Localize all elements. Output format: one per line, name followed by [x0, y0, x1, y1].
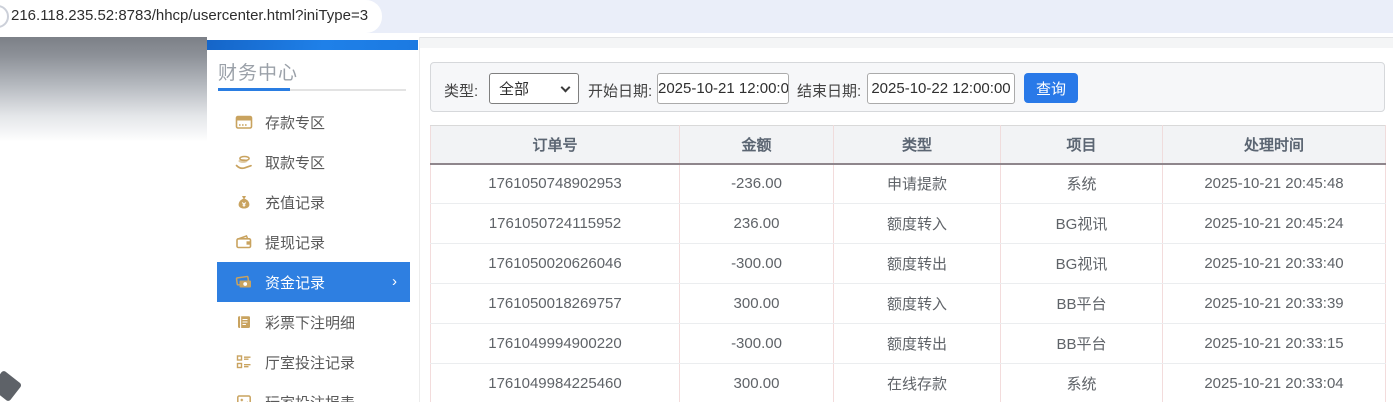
table-row: 1761049984225460 300.00 在线存款 系统 2025-10-21 2…	[430, 363, 1386, 402]
background-banner	[0, 37, 207, 402]
table-cell: 额度转出	[833, 323, 1001, 364]
sidebar-item-label: 资金记录	[265, 274, 326, 292]
sidebar-item-5[interactable]: 资金记录 ›	[217, 262, 410, 302]
table-cell: -300.00	[679, 323, 834, 364]
background-shape	[0, 369, 23, 402]
end-date-input[interactable]	[867, 73, 1015, 104]
table-cell: 额度转入	[833, 203, 1001, 244]
site-info-icon[interactable]	[0, 5, 9, 28]
table-cell: 2025-10-21 20:33:39	[1162, 283, 1386, 324]
table-cell: 2025-10-21 20:45:24	[1162, 203, 1386, 244]
table-cell: 系统	[1000, 163, 1163, 204]
table-cell: 236.00	[679, 203, 834, 244]
type-select-value: 全部	[499, 81, 530, 98]
start-date-input[interactable]	[657, 73, 789, 104]
sidebar-item-3[interactable]: 充值记录	[217, 182, 410, 222]
table-cell: 2025-10-21 20:33:15	[1162, 323, 1386, 364]
table-row: 1761050018269757 300.00 额度转入 BB平台 2025-10-21…	[430, 283, 1386, 324]
sidebar-item-6[interactable]: 彩票下注明细	[217, 302, 410, 342]
table-cell: 300.00	[679, 363, 834, 402]
end-date-label: 结束日期:	[797, 83, 862, 100]
sidebar-item-label: 存款专区	[265, 114, 326, 132]
sidebar-item-label: 提现记录	[265, 234, 326, 252]
sidebar-title: 财务中心	[218, 63, 299, 84]
sidebar-item-1[interactable]: 存款专区	[217, 102, 410, 142]
type-select[interactable]: 全部	[489, 73, 579, 104]
moneybag-icon	[238, 196, 250, 209]
chevron-down-icon	[560, 82, 571, 93]
sidebar-accent-bar	[207, 40, 418, 50]
banknotes-icon	[235, 275, 251, 288]
address-bar[interactable]: 216.118.235.52:8783/hhcp/usercenter.html…	[0, 0, 382, 33]
page-top-strip	[418, 37, 1393, 48]
title-underline	[218, 88, 406, 91]
sidebar-item-2[interactable]: 取款专区	[217, 142, 410, 182]
table-row: 1761050724115952 236.00 额度转入 BG视讯 2025-10-21…	[430, 203, 1386, 244]
sidebar-item-8[interactable]: 玩家投注报表	[217, 382, 410, 402]
start-date-label: 开始日期:	[588, 83, 653, 100]
table-cell: 1761050020626046	[430, 243, 680, 284]
table-cell: 在线存款	[833, 363, 1001, 402]
table-row: 1761050748902953 -236.00 申请提款 系统 2025-10-21 …	[430, 163, 1386, 204]
ledger-icon	[238, 316, 250, 328]
table-row: 1761049994900220 -300.00 额度转出 BB平台 2025-10-2…	[430, 323, 1386, 364]
column-header: 处理时间	[1162, 125, 1386, 165]
table-cell: 系统	[1000, 363, 1163, 402]
search-button[interactable]: 查询	[1024, 73, 1078, 103]
column-header: 项目	[1000, 125, 1163, 165]
table-cell: BG视讯	[1000, 243, 1163, 284]
table-row: 1761050020626046 -300.00 额度转出 BG视讯 2025-10-2…	[430, 243, 1386, 284]
sidebar-item-label: 厅室投注记录	[265, 354, 356, 372]
table-cell: -300.00	[679, 243, 834, 284]
table-cell: 300.00	[679, 283, 834, 324]
table-cell: 2025-10-21 20:33:40	[1162, 243, 1386, 284]
table-cell: 额度转出	[833, 243, 1001, 284]
column-header: 金额	[679, 125, 834, 165]
page-url: 216.118.235.52:8783/hhcp/usercenter.html…	[11, 7, 369, 24]
sidebar-item-label: 玩家投注报表	[265, 392, 355, 402]
table-cell: 申请提款	[833, 163, 1001, 204]
table-cell: BB平台	[1000, 323, 1163, 364]
table-cell: 1761050748902953	[430, 163, 680, 204]
chevron-right-icon: ›	[392, 273, 397, 290]
sidebar-item-label: 彩票下注明细	[265, 314, 356, 332]
table-cell: 2025-10-21 20:33:04	[1162, 363, 1386, 402]
type-label: 类型:	[444, 83, 479, 100]
table-cell: 1761049984225460	[430, 363, 680, 402]
wallet-icon	[236, 235, 252, 249]
table-cell: 1761050724115952	[430, 203, 680, 244]
withdraw-hand-icon	[235, 155, 252, 170]
sidebar-item-label: 取款专区	[265, 154, 326, 172]
sidebar-item-label: 充值记录	[265, 194, 326, 212]
table-cell: 1761049994900220	[430, 323, 680, 364]
table-cell: BB平台	[1000, 283, 1163, 324]
table-cell: 额度转入	[833, 283, 1001, 324]
deposit-card-icon	[235, 115, 253, 129]
finance-sidebar: 财务中心 存款专区取款专区充值记录提现记录资金记录 › 彩票下注明细厅室投注记录玩家…	[207, 37, 420, 402]
report-icon	[237, 395, 251, 402]
table-cell: 1761050018269757	[430, 283, 680, 324]
table-cell: 2025-10-21 20:45:48	[1162, 163, 1386, 204]
sidebar-menu: 存款专区取款专区充值记录提现记录资金记录 › 彩票下注明细厅室投注记录玩家投注报表	[207, 102, 420, 402]
sidebar-item-4[interactable]: 提现记录	[217, 222, 410, 262]
table-cell: BG视讯	[1000, 203, 1163, 244]
filter-bar: 类型: 全部 开始日期: 结束日期: 查询	[430, 62, 1385, 112]
column-header: 订单号	[430, 125, 680, 165]
table-header-row: 订单号 金额 类型 项目 处理时间	[430, 125, 1386, 165]
table-cell: -236.00	[679, 163, 834, 204]
browser-toolbar: 216.118.235.52:8783/hhcp/usercenter.html…	[0, 0, 1393, 33]
fund-records-table: 订单号 金额 类型 项目 处理时间 1761050748902953 -236.00 申请提…	[430, 125, 1386, 402]
sidebar-item-7[interactable]: 厅室投注记录	[217, 342, 410, 382]
list-icon	[236, 355, 251, 369]
column-header: 类型	[833, 125, 1001, 165]
